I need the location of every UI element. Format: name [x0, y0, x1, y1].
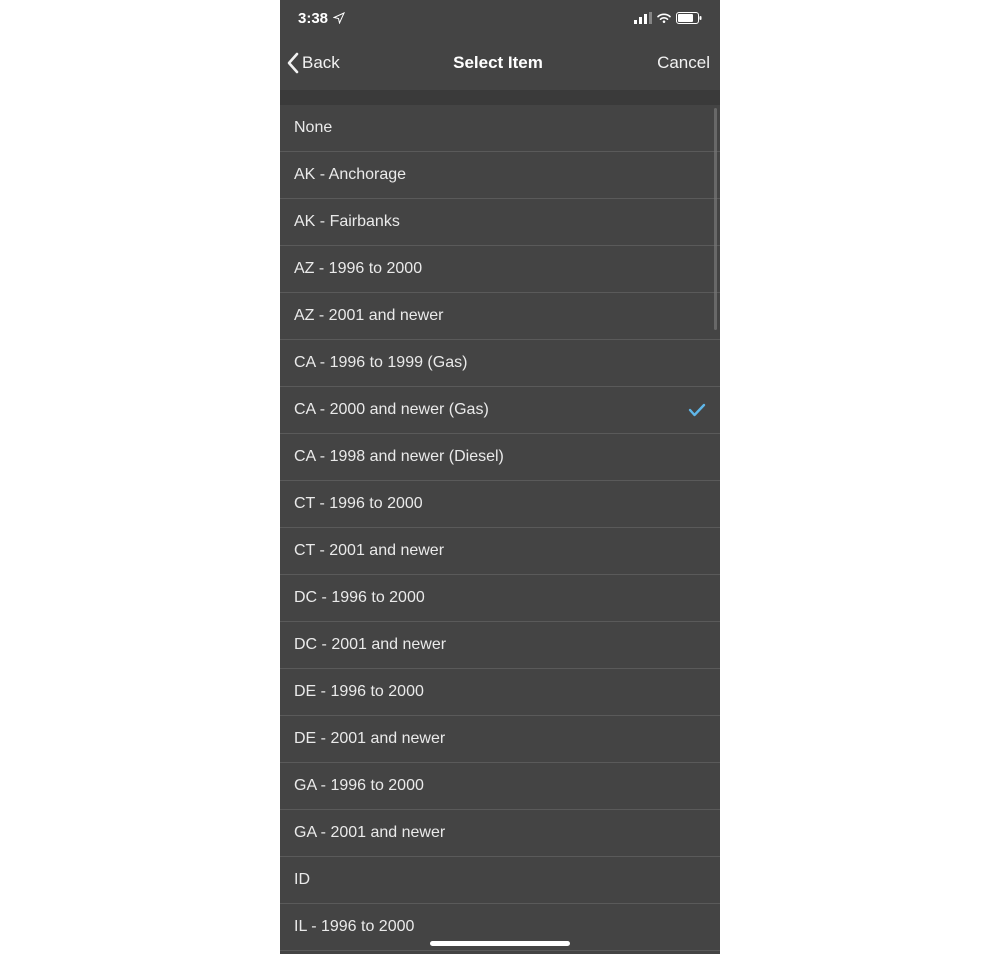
location-arrow-icon: [333, 12, 345, 24]
scroll-indicator[interactable]: [714, 108, 717, 330]
list-item[interactable]: GA - 1996 to 2000: [280, 763, 720, 810]
list-item-label: IL - 1996 to 2000: [294, 918, 414, 936]
list-item[interactable]: CT - 1996 to 2000: [280, 481, 720, 528]
list-item-label: AZ - 1996 to 2000: [294, 260, 422, 278]
list-item-label: ID: [294, 871, 310, 889]
list-item[interactable]: GA - 2001 and newer: [280, 810, 720, 857]
nav-bar: Back Select Item Cancel: [280, 36, 720, 90]
list-item[interactable]: AK - Fairbanks: [280, 199, 720, 246]
list-item-label: DC - 1996 to 2000: [294, 589, 425, 607]
list-item[interactable]: DE - 1996 to 2000: [280, 669, 720, 716]
list-item-label: AZ - 2001 and newer: [294, 307, 443, 325]
wifi-icon: [656, 12, 672, 24]
list-item[interactable]: CA - 1998 and newer (Diesel): [280, 434, 720, 481]
list-item-label: GA - 1996 to 2000: [294, 777, 424, 795]
battery-icon: [676, 12, 702, 24]
status-right: [634, 12, 702, 24]
list-item[interactable]: CT - 2001 and newer: [280, 528, 720, 575]
list-item[interactable]: CA - 2000 and newer (Gas): [280, 387, 720, 434]
list-item-label: DE - 1996 to 2000: [294, 683, 424, 701]
list-item[interactable]: ID: [280, 857, 720, 904]
list-item-label: CA - 1998 and newer (Diesel): [294, 448, 504, 466]
status-time: 3:38: [298, 10, 328, 27]
list-item[interactable]: DE - 2001 and newer: [280, 716, 720, 763]
list-item-label: None: [294, 119, 332, 137]
back-button[interactable]: Back: [286, 52, 366, 74]
list-item[interactable]: AZ - 2001 and newer: [280, 293, 720, 340]
list-item[interactable]: DC - 1996 to 2000: [280, 575, 720, 622]
list-item-label: AK - Fairbanks: [294, 213, 400, 231]
back-label: Back: [302, 53, 340, 73]
status-left: 3:38: [298, 10, 345, 27]
status-bar: 3:38: [280, 0, 720, 36]
checkmark-icon: [688, 403, 706, 417]
home-indicator[interactable]: [430, 941, 570, 946]
item-list[interactable]: None AK - Anchorage AK - Fairbanks AZ - 199…: [280, 105, 720, 951]
chevron-left-icon: [286, 52, 300, 74]
section-gap: [280, 90, 720, 105]
list-item-label: GA - 2001 and newer: [294, 824, 445, 842]
list-item[interactable]: None: [280, 105, 720, 152]
cellular-signal-icon: [634, 12, 652, 24]
list-item-label: DC - 2001 and newer: [294, 636, 446, 654]
list-item[interactable]: AK - Anchorage: [280, 152, 720, 199]
phone-screen: 3:38: [280, 0, 720, 954]
list-item-label: AK - Anchorage: [294, 166, 406, 184]
list-item-label: DE - 2001 and newer: [294, 730, 445, 748]
nav-title: Select Item: [366, 53, 630, 73]
list-item-label: CT - 1996 to 2000: [294, 495, 423, 513]
list-item[interactable]: CA - 1996 to 1999 (Gas): [280, 340, 720, 387]
list-item-label: CA - 1996 to 1999 (Gas): [294, 354, 467, 372]
list-item[interactable]: DC - 2001 and newer: [280, 622, 720, 669]
list-item-label: CA - 2000 and newer (Gas): [294, 401, 489, 419]
list-item[interactable]: AZ - 1996 to 2000: [280, 246, 720, 293]
cancel-button[interactable]: Cancel: [630, 53, 710, 73]
list-item-label: CT - 2001 and newer: [294, 542, 444, 560]
